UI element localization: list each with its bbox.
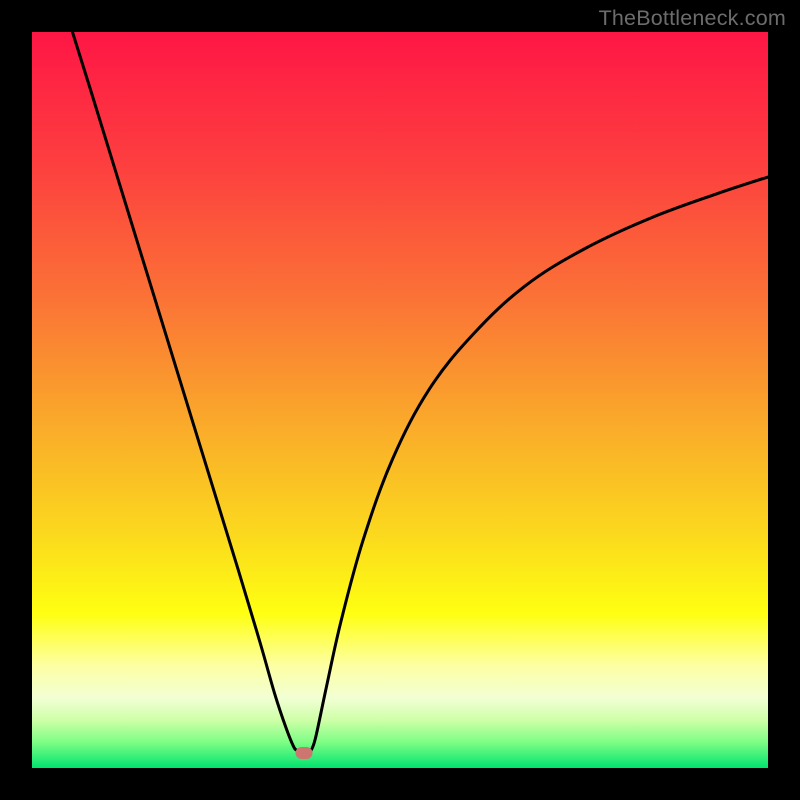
optimal-point-marker [296,747,313,759]
plot-area [32,32,768,768]
watermark-label: TheBottleneck.com [599,6,786,31]
chart-frame: TheBottleneck.com [0,0,800,800]
bottleneck-curve [32,32,768,768]
